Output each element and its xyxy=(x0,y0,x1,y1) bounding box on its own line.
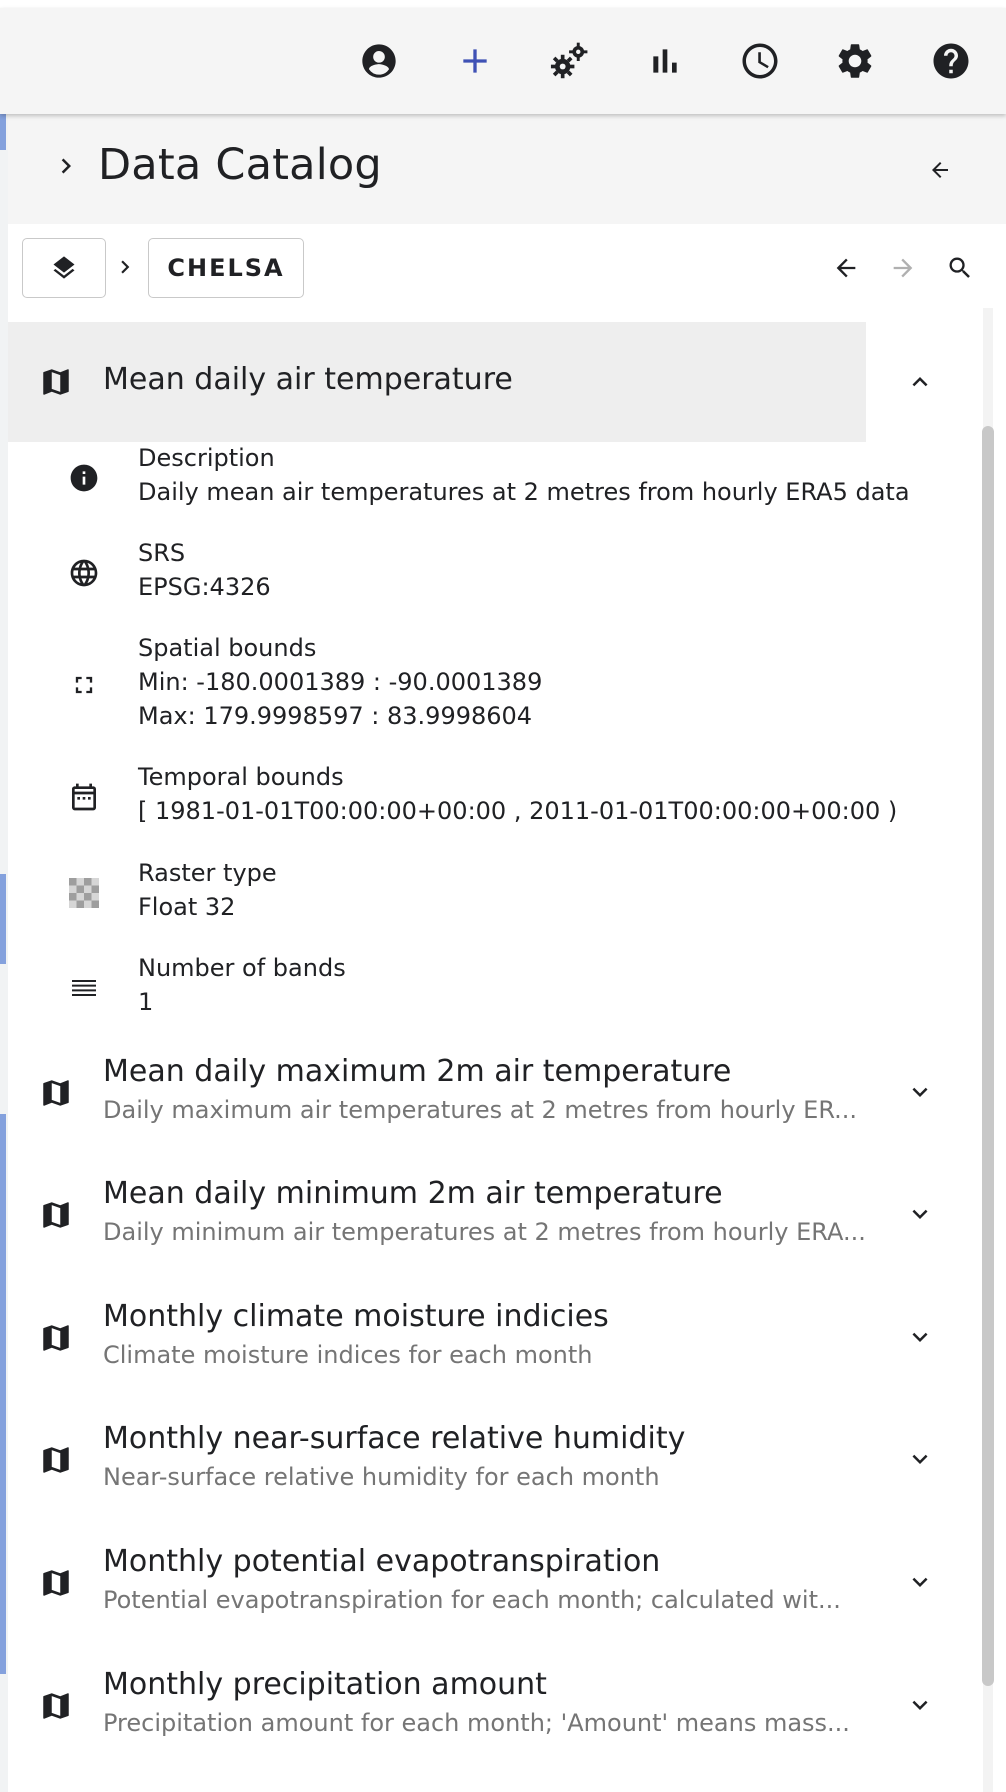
item-title: Monthly climate moisture indicies xyxy=(103,1299,609,1334)
scrollbar-thumb[interactable] xyxy=(982,426,994,1686)
property-label: Spatial bounds xyxy=(138,634,317,662)
property-value: Min: -180.0001389 : -90.0001389 xyxy=(138,668,543,696)
clock-icon[interactable] xyxy=(736,37,784,85)
item-subtitle: Climate moisture indices for each month xyxy=(103,1341,593,1369)
property-value: 1 xyxy=(138,988,154,1016)
bands-icon xyxy=(64,968,104,1008)
expanded-item-title: Mean daily air temperature xyxy=(103,362,513,397)
map-water xyxy=(0,1114,6,1674)
fullscreen-icon xyxy=(64,665,104,705)
chevron-down-icon[interactable] xyxy=(900,1194,940,1234)
chevron-down-icon[interactable] xyxy=(900,1072,940,1112)
help-icon[interactable] xyxy=(927,37,975,85)
item-title: Monthly potential evapotranspiration xyxy=(103,1544,661,1579)
property-value: [ 1981-01-01T00:00:00+00:00 , 2011-01-01… xyxy=(138,797,898,825)
property-label: Raster type xyxy=(138,859,277,887)
property-label: Description xyxy=(138,444,275,472)
checkerboard-icon xyxy=(64,873,104,913)
property-value: Daily mean air temperatures at 2 metres … xyxy=(138,478,910,506)
layers-icon xyxy=(50,254,78,282)
list-item[interactable]: Monthly near-surface relative humidity N… xyxy=(8,1399,968,1519)
globe-icon xyxy=(64,553,104,593)
chevron-right-icon[interactable] xyxy=(48,148,84,184)
chevron-down-icon[interactable] xyxy=(900,1317,940,1357)
scrollbar[interactable] xyxy=(978,308,998,1792)
add-icon[interactable] xyxy=(451,37,499,85)
settings-icon[interactable] xyxy=(831,37,879,85)
list-item[interactable]: Mean daily minimum 2m air temperature Da… xyxy=(8,1154,968,1274)
list-item[interactable]: Monthly potential evapotranspiration Pot… xyxy=(8,1522,968,1642)
property-label: Temporal bounds xyxy=(138,763,344,791)
item-subtitle: Near-surface relative humidity for each … xyxy=(103,1463,660,1491)
expanded-item-header[interactable]: Mean daily air temperature xyxy=(8,322,866,442)
chevron-right-icon xyxy=(112,254,138,280)
map-icon xyxy=(38,364,74,400)
item-title: Monthly precipitation amount xyxy=(103,1667,547,1702)
map-icon xyxy=(38,1442,74,1478)
gears-icon[interactable] xyxy=(546,37,594,85)
item-subtitle: Daily maximum air temperatures at 2 metr… xyxy=(103,1096,858,1124)
item-title: Monthly near-surface relative humidity xyxy=(103,1421,686,1456)
breadcrumb-root-button[interactable] xyxy=(22,238,106,298)
chevron-down-icon[interactable] xyxy=(900,1685,940,1725)
breadcrumb-current[interactable]: CHELSA xyxy=(148,238,304,298)
item-title: Mean daily minimum 2m air temperature xyxy=(103,1176,723,1211)
map-icon xyxy=(38,1688,74,1724)
account-icon[interactable] xyxy=(355,37,403,85)
data-catalog-panel: Data Catalog CHELSA Mean daily air tempe… xyxy=(8,114,1006,1792)
property-value: EPSG:4326 xyxy=(138,573,271,601)
chevron-down-icon[interactable] xyxy=(900,1439,940,1479)
panel-title: Data Catalog xyxy=(98,140,382,190)
property-label: SRS xyxy=(138,539,186,567)
forward-arrow-icon[interactable] xyxy=(883,248,923,288)
collapse-panel-icon[interactable] xyxy=(922,152,958,188)
map-icon xyxy=(38,1565,74,1601)
back-arrow-icon[interactable] xyxy=(826,248,866,288)
bar-chart-icon[interactable] xyxy=(641,37,689,85)
item-subtitle: Potential evapotranspiration for each mo… xyxy=(103,1586,841,1614)
map-icon xyxy=(38,1320,74,1356)
list-item[interactable]: Mean daily maximum 2m air temperature Da… xyxy=(8,1032,968,1152)
list-item[interactable]: Monthly climate moisture indicies Climat… xyxy=(8,1277,968,1397)
list-item[interactable]: Monthly precipitation amount Precipitati… xyxy=(8,1645,968,1765)
info-icon xyxy=(64,458,104,498)
map-icon xyxy=(38,1075,74,1111)
search-icon[interactable] xyxy=(940,248,980,288)
item-subtitle: Precipitation amount for each month; 'Am… xyxy=(103,1709,850,1737)
panel-header: Data Catalog xyxy=(8,114,1006,224)
top-toolbar xyxy=(0,8,1006,114)
chevron-up-icon[interactable] xyxy=(900,362,940,402)
map-icon xyxy=(38,1197,74,1233)
item-subtitle: Daily minimum air temperatures at 2 metr… xyxy=(103,1218,866,1246)
chevron-down-icon[interactable] xyxy=(900,1562,940,1602)
map-water xyxy=(0,874,6,964)
property-value: Float 32 xyxy=(138,893,236,921)
map-water xyxy=(0,114,6,150)
calendar-icon xyxy=(64,777,104,817)
property-value: Max: 179.9998597 : 83.9998604 xyxy=(138,702,533,730)
item-title: Mean daily maximum 2m air temperature xyxy=(103,1054,732,1089)
property-label: Number of bands xyxy=(138,954,346,982)
